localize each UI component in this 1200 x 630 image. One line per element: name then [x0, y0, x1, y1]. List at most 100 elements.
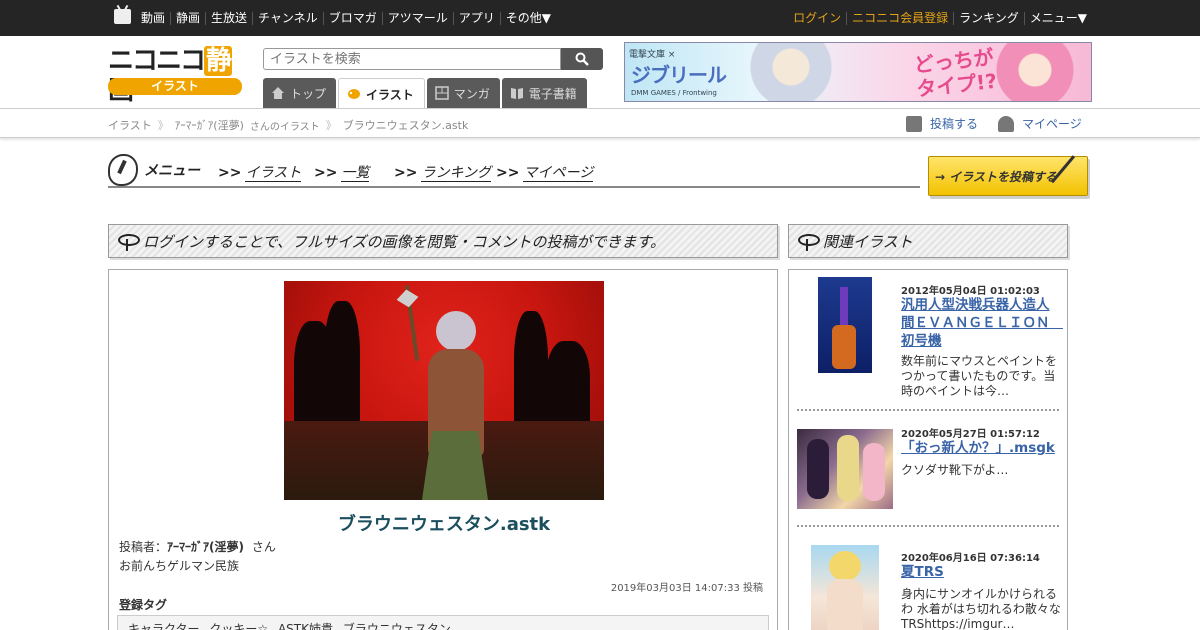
thumb-shape	[863, 443, 885, 501]
breadcrumb-separator-icon: 》	[325, 119, 337, 132]
pen-icon	[1050, 155, 1092, 197]
related-title-link[interactable]: 「おっ新人か？」.msgk	[901, 439, 1061, 457]
ranking-link[interactable]: ランキング	[953, 11, 1024, 25]
menu-dropdown[interactable]: メニュー▼	[1023, 11, 1092, 25]
search-input[interactable]	[263, 48, 561, 70]
register-link[interactable]: ニコニコ会員登録	[846, 11, 953, 25]
tab-manga[interactable]: マンガ	[426, 78, 500, 108]
upload-icon	[906, 115, 922, 132]
illust-detail-panel: ブラウニウェスタン.astk 投稿者：ｱｰﾏｰｶﾞｱ(淫夢) さん お前んちゲル…	[108, 269, 778, 630]
tab-manga-label: マンガ	[453, 86, 490, 101]
ad-banner[interactable]: 電撃文庫 × ジブリール DMM GAMES / Frontwing どっちが …	[624, 42, 1092, 102]
related-description: 数年前にマウスとペイントをつかって書いたものです。当時のペイントは今…	[901, 354, 1058, 398]
related-heading: 関連イラスト	[788, 224, 1068, 258]
logo-text-sei: 静	[204, 46, 232, 76]
logo-wordmark: ニコニコ静画	[108, 46, 242, 106]
sprout-icon	[797, 231, 820, 251]
menu-item-ranking[interactable]: >> ランキング	[394, 162, 492, 182]
breadcrumb-illust[interactable]: イラスト	[108, 117, 152, 133]
thumb-shape	[837, 435, 859, 501]
menu-item-list[interactable]: >> 一覧	[314, 162, 370, 182]
tab-ebook[interactable]: 電子書籍	[501, 78, 587, 108]
related-thumbnail[interactable]	[797, 429, 893, 509]
related-title-link[interactable]: 汎用人型決戦兵器人造人間ＥＶＡＮＧＥＬＩＯＮ 初号機	[901, 296, 1063, 350]
post-link[interactable]: 投稿する	[906, 115, 978, 132]
nav-seiga[interactable]: 静画	[170, 11, 205, 25]
tag-link[interactable]: クッキー☆	[209, 622, 268, 630]
nav-others-dropdown[interactable]: その他▼	[499, 11, 556, 25]
niconico-tv-icon[interactable]	[114, 9, 131, 24]
breadcrumb-author[interactable]: ｱｰﾏｰｶﾞｱ(淫夢)	[175, 117, 244, 133]
section-tabs: トップ イラスト マンガ 電子書籍	[263, 78, 589, 109]
breadcrumb-separator-icon: 》	[157, 119, 169, 132]
logo-text-niconico: ニコニコ	[108, 46, 206, 76]
tab-illust[interactable]: イラスト	[338, 78, 425, 109]
related-title-link[interactable]: 夏TRS	[901, 563, 1061, 581]
related-thumbnail[interactable]	[818, 277, 872, 373]
post-illust-button[interactable]: → イラストを投稿する	[928, 155, 1092, 197]
nav-live[interactable]: 生放送	[205, 11, 252, 25]
art-character-head	[436, 311, 476, 351]
site-header: ニコニコ静画 イラスト トップ イラスト マンガ 電子書籍 電撃文庫 × ジブリ…	[0, 36, 1200, 109]
nav-channel[interactable]: チャンネル	[252, 11, 323, 25]
related-date: 2020年05月27日 01:57:12	[901, 429, 1040, 440]
related-divider	[797, 409, 1059, 411]
user-icon	[998, 115, 1014, 132]
banner-character-image-right	[985, 43, 1085, 101]
tab-ebook-label: 電子書籍	[528, 86, 577, 101]
global-nav-left: 動画 静画 生放送 チャンネル ブロマガ アツマール アプリ その他▼	[136, 0, 556, 36]
breadcrumb-author-suffix: さんのイラスト	[249, 121, 320, 133]
tab-top[interactable]: トップ	[263, 78, 337, 108]
nav-app[interactable]: アプリ	[452, 11, 500, 25]
seiga-logo[interactable]: ニコニコ静画 イラスト	[108, 46, 242, 106]
banner-character-image-left	[725, 43, 835, 101]
author-suffix: さん	[251, 540, 276, 554]
thumb-shape	[827, 579, 863, 630]
global-nav-bar: 動画 静画 生放送 チャンネル ブロマガ アツマール アプリ その他▼ ログイン…	[0, 0, 1200, 36]
menu-item-illust[interactable]: >> イラスト	[218, 162, 302, 182]
art-tree	[514, 311, 548, 431]
author-line: 投稿者：ｱｰﾏｰｶﾞｱ(淫夢) さん	[119, 538, 276, 555]
menu-item-mypage-label: マイページ	[523, 165, 594, 182]
illust-menu: メニュー >> イラスト >> 一覧 >> ランキング >> マイページ	[108, 150, 920, 188]
menu-item-mypage[interactable]: >> マイページ	[496, 162, 594, 182]
nav-video[interactable]: 動画	[136, 11, 170, 25]
logo-badge-illust: イラスト	[108, 78, 242, 95]
mypage-link-label: マイページ	[1022, 117, 1082, 131]
banner-main-text: ジブリール	[631, 63, 727, 87]
related-thumbnail[interactable]	[811, 545, 879, 630]
menu-heading-label: メニュー	[144, 163, 200, 179]
thumb-shape	[829, 551, 861, 581]
banner-catch-text: どっちが タイプ!?	[912, 44, 999, 102]
nav-atsumaru[interactable]: アツマール	[381, 11, 453, 25]
palette-icon	[348, 89, 361, 99]
art-character	[414, 311, 504, 500]
search-form	[263, 48, 603, 70]
related-date: 2020年06月16日 07:36:14	[901, 553, 1040, 564]
related-description: 身内にサンオイルかけられるわ 水着がはち切れるわ散々なTRShttps://im…	[901, 587, 1061, 630]
search-button[interactable]	[561, 48, 603, 70]
mypage-link[interactable]: マイページ	[998, 115, 1082, 132]
menu-item-ranking-label: ランキング	[421, 165, 492, 182]
related-description: クソダサ靴下がよ…	[901, 463, 1009, 477]
illust-image[interactable]	[284, 281, 604, 500]
search-icon	[575, 52, 589, 66]
illust-title: ブラウニウェスタン.astk	[337, 514, 551, 535]
menu-item-illust-label: イラスト	[245, 165, 302, 182]
nav-blomaga[interactable]: ブロマガ	[322, 11, 382, 25]
breadcrumb-bar: イラスト 》 ｱｰﾏｰｶﾞｱ(淫夢) さんのイラスト 》 ブラウニウェスタン.a…	[0, 108, 1200, 138]
author-link[interactable]: ｱｰﾏｰｶﾞｱ(淫夢)	[167, 540, 244, 554]
related-divider	[797, 525, 1059, 527]
tag-list: キャラクター クッキー☆ ASTK姉貴 ブラウニウェスタン	[117, 615, 769, 630]
thumb-shape	[840, 287, 848, 327]
author-prefix: 投稿者：	[119, 540, 168, 554]
related-heading-text: 関連イラスト	[823, 232, 913, 251]
tag-link[interactable]: ASTK姉貴	[278, 622, 333, 630]
menu-heading: メニュー	[108, 154, 200, 186]
menu-arrow: >>	[394, 165, 418, 181]
palette-icon	[108, 154, 138, 186]
tab-illust-label: イラスト	[366, 87, 414, 102]
tag-link[interactable]: キャラクター	[128, 622, 200, 630]
login-link[interactable]: ログイン	[788, 11, 846, 25]
tag-link[interactable]: ブラウニウェスタン	[343, 622, 451, 630]
